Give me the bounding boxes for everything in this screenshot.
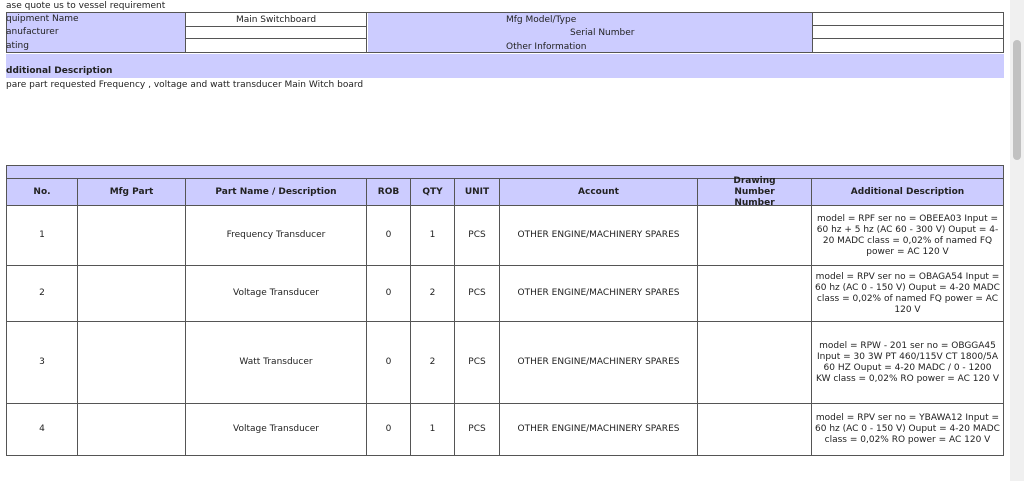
equipment-name-label: quipment Name [6, 14, 79, 24]
cell-account: OTHER ENGINE/MACHINERY SPARES [500, 322, 698, 404]
cell-drawing-number [698, 322, 812, 404]
cell-no: 1 [6, 206, 78, 266]
cell-additional-description: model = RPF ser no = OBEEA03 Input = 60 … [812, 206, 1004, 266]
cell-unit: PCS [455, 322, 500, 404]
header-additional-description: Additional Description [812, 178, 1004, 206]
mfg-model-label: Mfg Model/Type [506, 15, 577, 25]
cell-additional-description: model = RPV ser no = YBAWA12 Input = 60 … [812, 404, 1004, 456]
header-no: No. [6, 178, 78, 206]
cell-part-name: Voltage Transducer [186, 404, 367, 456]
header-part-name: Part Name / Description [186, 178, 367, 206]
cell-drawing-number [698, 206, 812, 266]
cell-rob: 0 [367, 404, 411, 456]
additional-description-text: pare part requested Frequency , voltage … [6, 80, 364, 90]
cell-rob: 0 [367, 266, 411, 322]
cell-no: 4 [6, 404, 78, 456]
cell-drawing-number [698, 404, 812, 456]
table-top-band [6, 165, 1004, 178]
other-information-label: Other Information [506, 42, 587, 52]
header-unit: UNIT [455, 178, 500, 206]
cell-part-name: Watt Transducer [186, 322, 367, 404]
manufacturer-label: anufacturer [6, 27, 59, 37]
additional-description-heading: dditional Description [6, 66, 113, 76]
additional-description-header: dditional Description [6, 54, 1004, 78]
cell-unit: PCS [455, 206, 500, 266]
cell-mfg-part [78, 266, 186, 322]
other-information-field[interactable] [813, 39, 1003, 52]
cell-mfg-part [78, 404, 186, 456]
cell-unit: PCS [455, 266, 500, 322]
mfg-model-field[interactable] [813, 13, 1003, 25]
cell-rob: 0 [367, 206, 411, 266]
manufacturer-field[interactable] [186, 27, 366, 38]
cell-additional-description: model = RPW - 201 ser no = OBGGA45 Input… [812, 322, 1004, 404]
cell-account: OTHER ENGINE/MACHINERY SPARES [500, 206, 698, 266]
rating-label: ating [6, 41, 29, 51]
cell-unit: PCS [455, 404, 500, 456]
cell-no: 3 [6, 322, 78, 404]
cell-part-name: Voltage Transducer [186, 266, 367, 322]
cell-additional-description: model = RPV ser no = OBAGA54 Input = 60 … [812, 266, 1004, 322]
cell-account: OTHER ENGINE/MACHINERY SPARES [500, 266, 698, 322]
rating-field[interactable] [186, 39, 366, 52]
vertical-scrollbar[interactable] [1010, 0, 1024, 481]
cell-mfg-part [78, 206, 186, 266]
cell-qty: 1 [411, 206, 455, 266]
quote-notice: ase quote us to vessel requirement [6, 1, 166, 11]
cell-drawing-number [698, 266, 812, 322]
scrollbar-thumb[interactable] [1013, 40, 1021, 160]
equipment-name-field[interactable]: Main Switchboard [186, 13, 366, 26]
serial-number-label: Serial Number [570, 28, 635, 38]
cell-rob: 0 [367, 322, 411, 404]
header-drawing-number: Drawing Number Number [698, 176, 812, 208]
header-account: Account [500, 178, 698, 206]
header-qty: QTY [411, 178, 455, 206]
header-mfg-part: Mfg Part [78, 178, 186, 206]
cell-part-name: Frequency Transducer [186, 206, 367, 266]
serial-number-field[interactable] [813, 26, 1003, 38]
cell-qty: 2 [411, 266, 455, 322]
cell-no: 2 [6, 266, 78, 322]
cell-qty: 2 [411, 322, 455, 404]
cell-qty: 1 [411, 404, 455, 456]
header-rob: ROB [367, 178, 411, 206]
cell-mfg-part [78, 322, 186, 404]
cell-account: OTHER ENGINE/MACHINERY SPARES [500, 404, 698, 456]
